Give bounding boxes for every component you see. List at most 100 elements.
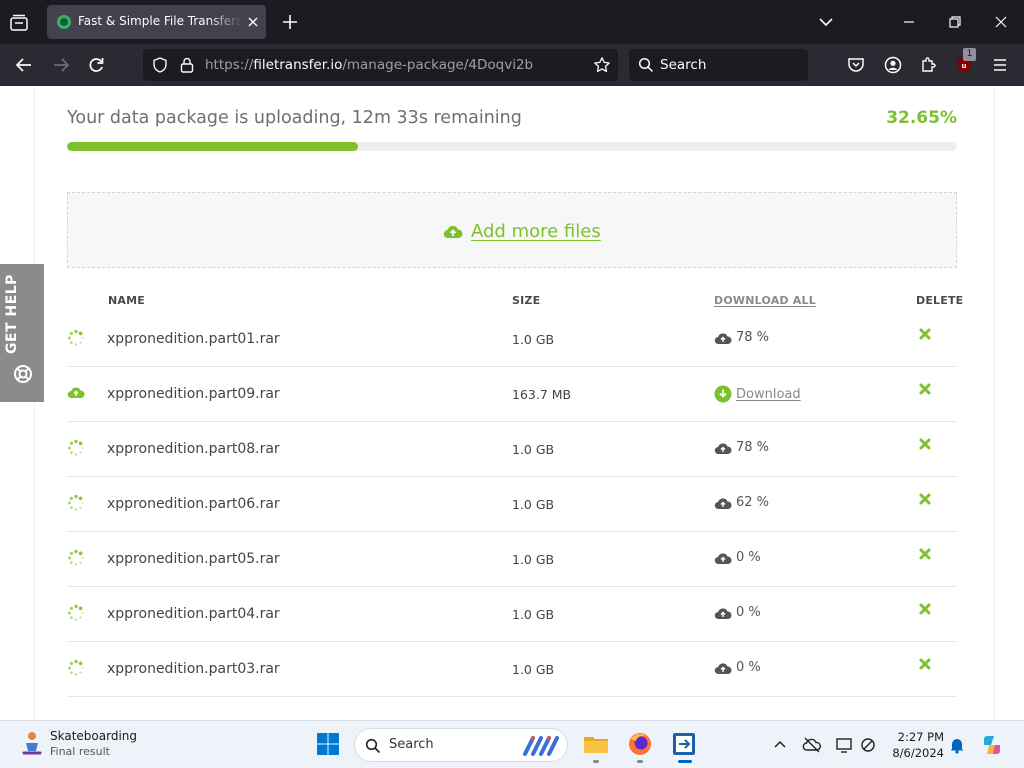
file-row: xppronedition.part06.rar 1.0 GB 62 % [67,477,957,532]
file-row: xppronedition.part03.rar 1.0 GB 0 % [67,642,957,697]
delete-file-icon[interactable] [918,437,932,451]
add-files-dropzone[interactable]: Add more files [67,192,957,268]
file-upload-progress: 78 % [714,330,769,345]
file-row: xppronedition.part01.rar 1.0 GB 78 % [67,312,957,367]
chevron-up-icon[interactable] [770,735,790,755]
hamburger-menu-icon[interactable] [990,55,1010,75]
cloud-upload-icon [443,225,463,238]
file-size: 1.0 GB [512,497,555,512]
file-row: xppronedition.part05.rar 1.0 GB 0 % [67,532,957,587]
upload-percent-text: 0 % [736,605,761,620]
file-list: xppronedition.part01.rar 1.0 GB 78 % xpp… [67,312,957,697]
remote-app-icon[interactable] [670,730,698,758]
uploading-spinner-icon [67,494,85,512]
taskbar-clock[interactable]: 2:27 PM 8/6/2024 [884,729,944,761]
site-favicon-icon [57,15,71,29]
file-upload-progress: 0 % [714,660,761,675]
copilot-icon[interactable] [980,733,1004,757]
widget-title: Skateboarding [50,729,138,743]
upload-percent-text: 0 % [736,660,761,675]
new-tab-icon[interactable] [280,12,300,32]
upload-percent-text: 78 % [736,440,770,455]
weather-widget[interactable]: Skateboarding Final result [20,729,160,763]
browser-search-field[interactable]: Search [629,49,808,81]
cloud-upload-icon [714,607,732,619]
page-content: Your data package is uploading, 12m 33s … [0,86,1024,720]
notification-bell-icon[interactable] [947,735,967,755]
close-tab-icon[interactable] [245,14,261,30]
windows-start-icon[interactable] [314,730,342,758]
delete-file-icon[interactable] [918,327,932,341]
network-icon[interactable] [858,735,878,755]
account-icon[interactable] [883,55,903,75]
svg-text:u: u [962,62,967,70]
upload-progress-bar [67,142,957,151]
firefox-icon[interactable] [626,730,654,758]
search-icon [638,57,654,73]
list-all-tabs-chevron-icon[interactable] [816,12,836,32]
file-name: xppronedition.part08.rar [107,441,280,457]
tab-list-icon[interactable] [8,12,30,34]
cloud-upload-icon [714,552,732,564]
bookmark-star-icon[interactable] [593,56,611,74]
file-upload-progress: 0 % [714,550,761,565]
delete-file-icon[interactable] [918,547,932,561]
browser-nav-bar: https://filetransfer.io/manage-package/4… [0,44,1024,86]
extensions-puzzle-icon[interactable] [919,55,939,75]
cloud-offline-icon[interactable] [802,735,822,755]
search-placeholder: Search [660,57,707,73]
file-row: xppronedition.part08.rar 1.0 GB 78 % [67,422,957,477]
file-size: 1.0 GB [512,552,555,567]
url-text[interactable]: https://filetransfer.io/manage-package/4… [205,57,533,73]
delete-file-icon[interactable] [918,382,932,396]
upload-percent-text: 78 % [736,330,770,345]
taskbar-search-field[interactable]: Search [354,728,568,762]
address-bar[interactable]: https://filetransfer.io/manage-package/4… [143,49,618,81]
get-help-tab[interactable]: GET HELP [0,264,44,402]
file-upload-progress: 62 % [714,495,769,510]
cloud-upload-icon [714,497,732,509]
windows-taskbar: Skateboarding Final result Search 2:27 P… [0,720,1024,768]
file-name: xppronedition.part01.rar [107,331,280,347]
clock-date: 8/6/2024 [892,746,944,760]
file-size: 163.7 MB [512,387,572,402]
shield-icon[interactable] [151,56,169,74]
pocket-icon[interactable] [846,55,866,75]
lock-icon[interactable] [178,56,196,74]
back-arrow-icon[interactable] [14,55,34,75]
file-explorer-icon[interactable] [582,730,610,758]
download-all-link[interactable]: DOWNLOAD ALL [714,294,816,307]
cloud-upload-icon [714,442,732,454]
file-name: xppronedition.part03.rar [107,661,280,677]
restore-icon[interactable] [945,12,965,32]
file-size: 1.0 GB [512,607,555,622]
upload-progress-fill [67,142,358,151]
cloud-upload-icon [714,332,732,344]
extension-badge-count: 1 [963,48,976,61]
upload-percent: 32.65% [886,108,957,128]
minimize-icon[interactable] [899,12,919,32]
widget-subtitle: Final result [50,745,110,758]
lifebuoy-icon [14,365,32,383]
forward-arrow-icon[interactable] [51,55,71,75]
add-more-files-link[interactable]: Add more files [471,221,601,242]
col-header-name: NAME [108,294,145,307]
reload-icon[interactable] [86,55,106,75]
delete-file-icon[interactable] [918,657,932,671]
uploading-spinner-icon [67,439,85,457]
skateboard-illustration-icon [523,736,559,756]
display-icon[interactable] [834,735,854,755]
taskbar-search-placeholder: Search [389,737,434,752]
active-tab[interactable]: Fast & Simple File Transfers - FileTrans… [47,5,266,39]
file-row: xppronedition.part09.rar 163.7 MB Downlo… [67,367,957,422]
uploading-spinner-icon [67,604,85,622]
file-size: 1.0 GB [512,332,555,347]
close-window-icon[interactable] [991,12,1011,32]
file-size: 1.0 GB [512,662,555,677]
add-more-files-link-wrap[interactable]: Add more files [443,221,601,242]
download-link[interactable]: Download [736,387,801,402]
delete-file-icon[interactable] [918,602,932,616]
file-name: xppronedition.part09.rar [107,386,280,402]
delete-file-icon[interactable] [918,492,932,506]
file-upload-progress: 0 % [714,605,761,620]
